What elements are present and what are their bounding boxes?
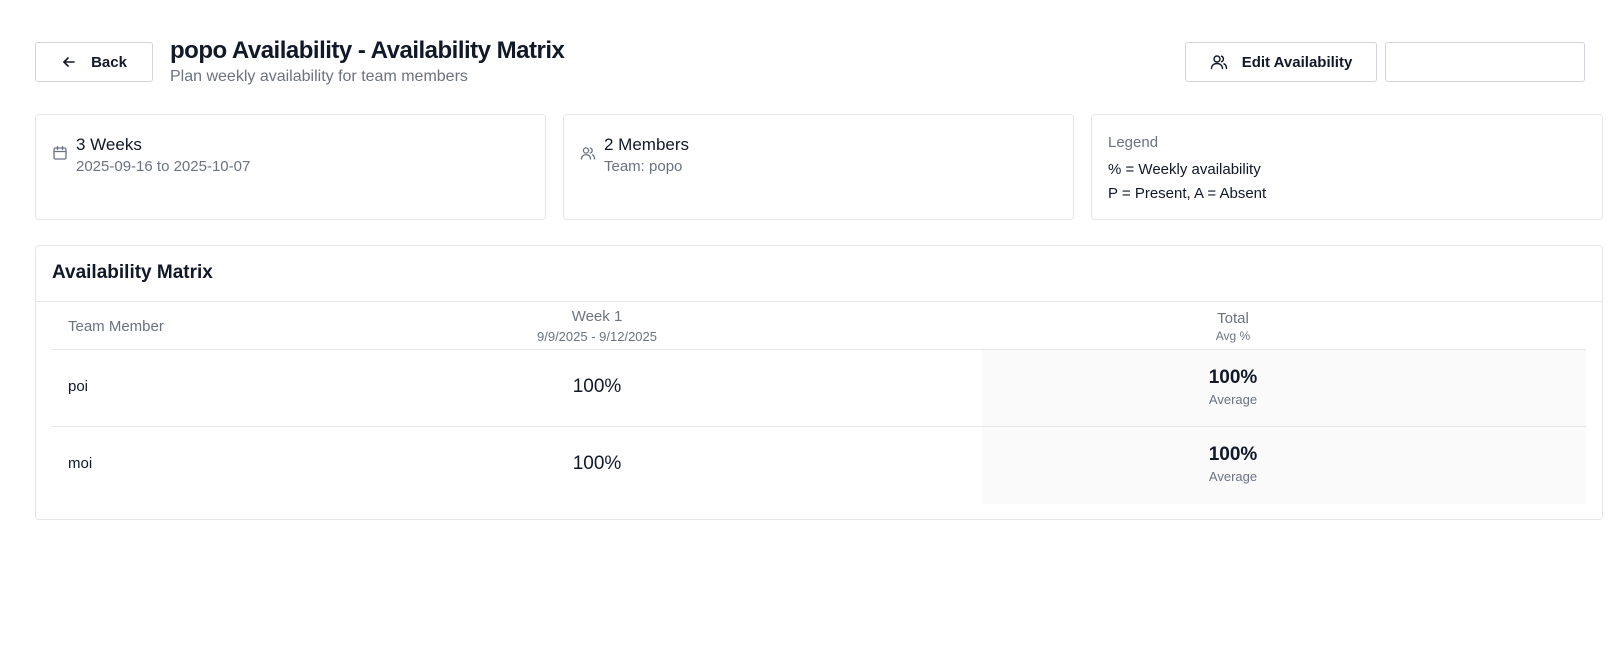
members-card: 2 Members Team: popo bbox=[563, 114, 1074, 220]
week-date-range: 9/9/2025 - 9/12/2025 bbox=[537, 329, 657, 344]
column-header-total: Total Avg % bbox=[1183, 310, 1283, 343]
matrix-title: Availability Matrix bbox=[52, 262, 213, 283]
member-name: moi bbox=[68, 455, 93, 472]
weeks-card: 3 Weeks 2025-09-16 to 2025-10-07 bbox=[35, 114, 546, 220]
member-name: poi bbox=[68, 378, 89, 395]
total-cell: 100% Average bbox=[1183, 444, 1283, 484]
legend-title: Legend bbox=[1108, 134, 1159, 151]
total-caption: Average bbox=[1208, 469, 1258, 484]
weeks-count: 3 Weeks bbox=[76, 135, 142, 154]
week-1-availability[interactable]: 100% bbox=[497, 453, 697, 475]
legend-present-absent: P = Present, A = Absent bbox=[1108, 185, 1267, 202]
total-cell: 100% Average bbox=[1183, 367, 1283, 407]
members-count: 2 Members bbox=[604, 135, 690, 154]
arrow-left-icon bbox=[63, 57, 75, 67]
title-block: popo Availability - Availability Matrix … bbox=[170, 36, 565, 86]
users-icon bbox=[1210, 55, 1227, 70]
total-value: 100% bbox=[1208, 367, 1258, 388]
table-header: Team Member Week 1 9/9/2025 - 9/12/2025 … bbox=[52, 302, 1586, 350]
column-header-week-1: Week 1 9/9/2025 - 9/12/2025 bbox=[497, 308, 697, 344]
column-header-member: Team Member bbox=[68, 318, 164, 335]
users-icon bbox=[580, 147, 596, 160]
week-label: Week 1 bbox=[571, 308, 623, 325]
total-cell-background bbox=[982, 350, 1586, 426]
back-button[interactable]: Back bbox=[35, 42, 153, 82]
page-header: Back popo Availability - Availability Ma… bbox=[35, 36, 1585, 92]
total-cell-background bbox=[982, 427, 1586, 504]
weeks-range: 2025-09-16 to 2025-10-07 bbox=[76, 158, 251, 175]
total-caption: Average bbox=[1208, 392, 1258, 407]
week-1-availability[interactable]: 100% bbox=[497, 376, 697, 398]
total-label: Total bbox=[1217, 310, 1249, 327]
edit-availability-button[interactable]: Edit Availability bbox=[1185, 42, 1377, 82]
summary-cards: 3 Weeks 2025-09-16 to 2025-10-07 2 Membe… bbox=[35, 114, 1603, 220]
calendar-icon bbox=[53, 145, 67, 160]
secondary-action-button[interactable] bbox=[1385, 42, 1585, 82]
page-subtitle: Plan weekly availability for team member… bbox=[170, 68, 468, 85]
legend-card: Legend % = Weekly availability P = Prese… bbox=[1091, 114, 1603, 220]
edit-availability-label: Edit Availability bbox=[1241, 53, 1353, 71]
legend-percent: % = Weekly availability bbox=[1108, 161, 1261, 178]
table-row: poi 100% 100% Average bbox=[52, 350, 1586, 427]
availability-page: Back popo Availability - Availability Ma… bbox=[0, 0, 1620, 664]
table-row: moi 100% 100% Average bbox=[52, 427, 1586, 504]
total-value: 100% bbox=[1208, 444, 1258, 465]
page-title: popo Availability - Availability Matrix bbox=[170, 37, 565, 64]
availability-matrix: Availability Matrix Team Member Week 1 9… bbox=[35, 245, 1603, 520]
total-sub-label: Avg % bbox=[1215, 329, 1251, 343]
team-name: Team: popo bbox=[604, 158, 683, 175]
back-button-label: Back bbox=[91, 53, 127, 71]
